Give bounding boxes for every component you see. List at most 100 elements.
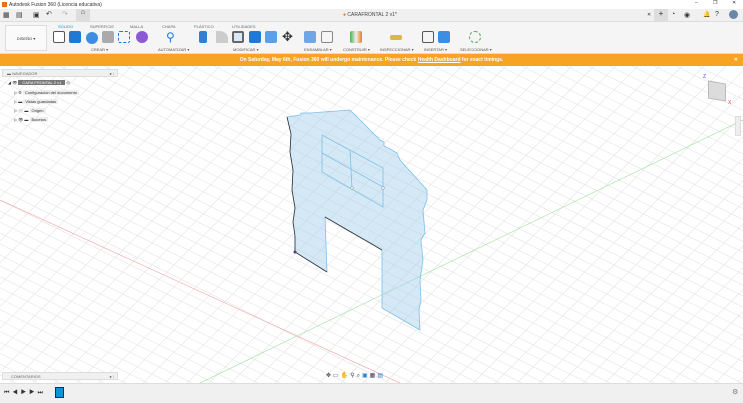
timeline-sketch-item[interactable]	[55, 387, 64, 398]
timeline: ⏮◀▶▶⏭ ⚙	[0, 383, 743, 403]
move-icon[interactable]: ✥	[282, 29, 294, 44]
comments-pin-icon[interactable]: ● ⁞	[109, 373, 114, 380]
pin-icon[interactable]: ● ⁞	[109, 70, 114, 77]
new-tab-button[interactable]: +	[654, 9, 668, 21]
tab-utilities[interactable]: UTILIDADES	[232, 24, 256, 29]
pan-icon[interactable]: ✋	[341, 373, 350, 379]
close-button[interactable]: ✕	[732, 0, 736, 6]
health-dashboard-link[interactable]: Health Dashboard	[418, 57, 461, 63]
shell-icon[interactable]	[232, 31, 244, 43]
tab-sheet-metal[interactable]: CHAPA	[162, 24, 175, 29]
modify-menu[interactable]: MODIFICAR ▾	[233, 47, 259, 52]
fusion-logo-icon	[2, 2, 7, 7]
display-settings-icon[interactable]: ▣	[362, 373, 370, 379]
grid-line	[0, 232, 302, 383]
pattern-icon[interactable]	[118, 31, 130, 43]
grid-line	[389, 66, 743, 242]
comments-panel: COMENTARIOS ● ⁞	[2, 372, 118, 380]
grid-line	[0, 298, 170, 383]
home-icon[interactable]: ⌂	[76, 9, 90, 21]
automate-menu[interactable]: AUTOMATIZAR ▾	[158, 47, 189, 52]
create-form-icon[interactable]	[136, 31, 148, 43]
workspace-dropdown[interactable]: DISEÑO ▾	[5, 25, 47, 51]
file-icon[interactable]: ▤	[16, 11, 23, 19]
tree-item-named-views[interactable]: ▷ ▬ Vistas guardadas	[14, 99, 59, 104]
select-icon[interactable]	[469, 31, 481, 43]
tree-item-doc-settings[interactable]: ▷ ⚙ Configuración del documento	[14, 90, 79, 95]
grid-menu-icon[interactable]: ▦	[3, 11, 10, 19]
tab-solid[interactable]: SÓLIDO	[58, 24, 73, 29]
press-pull-icon[interactable]	[199, 31, 207, 43]
close-tab-icon[interactable]: ✕	[647, 12, 651, 18]
viewcube[interactable]: Z X	[703, 74, 731, 106]
canvas-viewport[interactable]: ▬ NAVEGADOR ● ⁞ ◢ 👁 CARA FRONTAL 2 v1 ◎ …	[0, 66, 743, 383]
timeline-settings-icon[interactable]: ⚙	[732, 389, 738, 397]
document-tab[interactable]: ● CARAFRONTAL 2 v1*	[343, 12, 397, 18]
design-canvas[interactable]	[0, 66, 743, 383]
tab-plastic[interactable]: PLÁSTICO	[194, 24, 214, 29]
navigation-bar: ✥▭✋⚲⌕▣▦▤	[326, 372, 385, 380]
tab-mesh[interactable]: MALLA	[130, 24, 143, 29]
undo-icon[interactable]: ↶	[46, 10, 52, 18]
save-icon[interactable]: ▣	[33, 11, 40, 19]
tree-item-sketches[interactable]: ▷ 👁 ▬ Bocetos	[14, 117, 48, 122]
grid-line	[0, 276, 214, 383]
look-at-icon[interactable]: ▭	[333, 373, 341, 379]
combine-icon[interactable]	[249, 31, 261, 43]
split-icon[interactable]	[265, 31, 277, 43]
restore-button[interactable]: ❐	[713, 0, 717, 6]
revolve-icon[interactable]	[86, 32, 98, 44]
navigator-panel: ▬ NAVEGADOR ● ⁞	[2, 69, 118, 77]
minimize-button[interactable]: –	[695, 0, 698, 6]
automate-icon[interactable]: ⚲	[166, 31, 178, 43]
new-component-icon[interactable]	[304, 31, 316, 43]
grid-line	[472, 114, 743, 383]
grid-line	[125, 66, 743, 373]
grid-line	[0, 66, 199, 264]
grid-line	[455, 66, 743, 209]
construct-menu[interactable]: CONSTRUIR ▾	[343, 47, 370, 52]
select-menu[interactable]: SELECCIONAR ▾	[460, 47, 492, 52]
insert-menu[interactable]: INSERTAR ▾	[424, 47, 447, 52]
job-status-icon[interactable]: ◔	[671, 11, 675, 18]
orbit-icon[interactable]: ✥	[326, 373, 333, 379]
avatar[interactable]	[729, 10, 738, 19]
tree-item-origin[interactable]: ▷ 👁 ▬ Origen	[14, 108, 46, 113]
close-banner-icon[interactable]: ✕	[734, 54, 738, 66]
joint-icon[interactable]	[321, 31, 333, 43]
insert-canvas-icon[interactable]	[438, 31, 450, 43]
component-root[interactable]: CARA FRONTAL 2 v1	[18, 80, 66, 85]
document-tab-label: CARAFRONTAL 2 v1*	[347, 12, 397, 18]
y-axis-line	[199, 119, 743, 383]
insert-derive-icon[interactable]	[422, 31, 434, 43]
window-title: Autodesk Fusion 360 (Licencia educativa)	[9, 1, 102, 8]
fillet-icon[interactable]	[216, 31, 228, 43]
create-menu[interactable]: CREAR ▾	[91, 47, 108, 52]
help-icon[interactable]: ?	[715, 11, 719, 18]
extrude-icon[interactable]	[69, 31, 81, 43]
measure-icon[interactable]	[390, 35, 402, 40]
tree-root[interactable]: ◢ 👁 CARA FRONTAL 2 v1 ◎	[8, 80, 70, 85]
grid-line	[191, 66, 743, 341]
collapse-navigator-icon[interactable]: ▬	[7, 71, 11, 76]
timeline-controls[interactable]: ⏮◀▶▶⏭	[4, 389, 46, 397]
grid-line	[10, 66, 331, 383]
online-status-icon[interactable]: ◉	[684, 11, 690, 19]
offset-plane-icon[interactable]	[350, 31, 362, 43]
grid-line	[433, 66, 743, 220]
front-face-body	[286, 109, 428, 331]
browser-side-tab[interactable]	[735, 116, 741, 136]
banner-text-end: for exact timings.	[460, 57, 504, 63]
tab-bar: ▦ ▤ ▣ ↶ ↷ ⌂ ● CARAFRONTAL 2 v1* ✕ + ◔ ◉ …	[0, 9, 743, 22]
hole-icon[interactable]	[102, 31, 114, 43]
comments-title: COMENTARIOS	[11, 374, 41, 379]
grid-line	[0, 123, 522, 383]
notification-icon[interactable]: 🔔	[703, 11, 710, 18]
tab-surface[interactable]: SUPERFICIE	[90, 24, 114, 29]
inspect-menu[interactable]: INSPECCIONAR ▾	[380, 47, 414, 52]
viewports-icon[interactable]: ▤	[377, 373, 385, 379]
redo-icon[interactable]: ↷	[62, 10, 68, 18]
create-sketch-icon[interactable]	[53, 31, 65, 43]
grid-line	[0, 66, 155, 220]
assemble-menu[interactable]: ENSAMBLAR ▾	[304, 47, 332, 52]
